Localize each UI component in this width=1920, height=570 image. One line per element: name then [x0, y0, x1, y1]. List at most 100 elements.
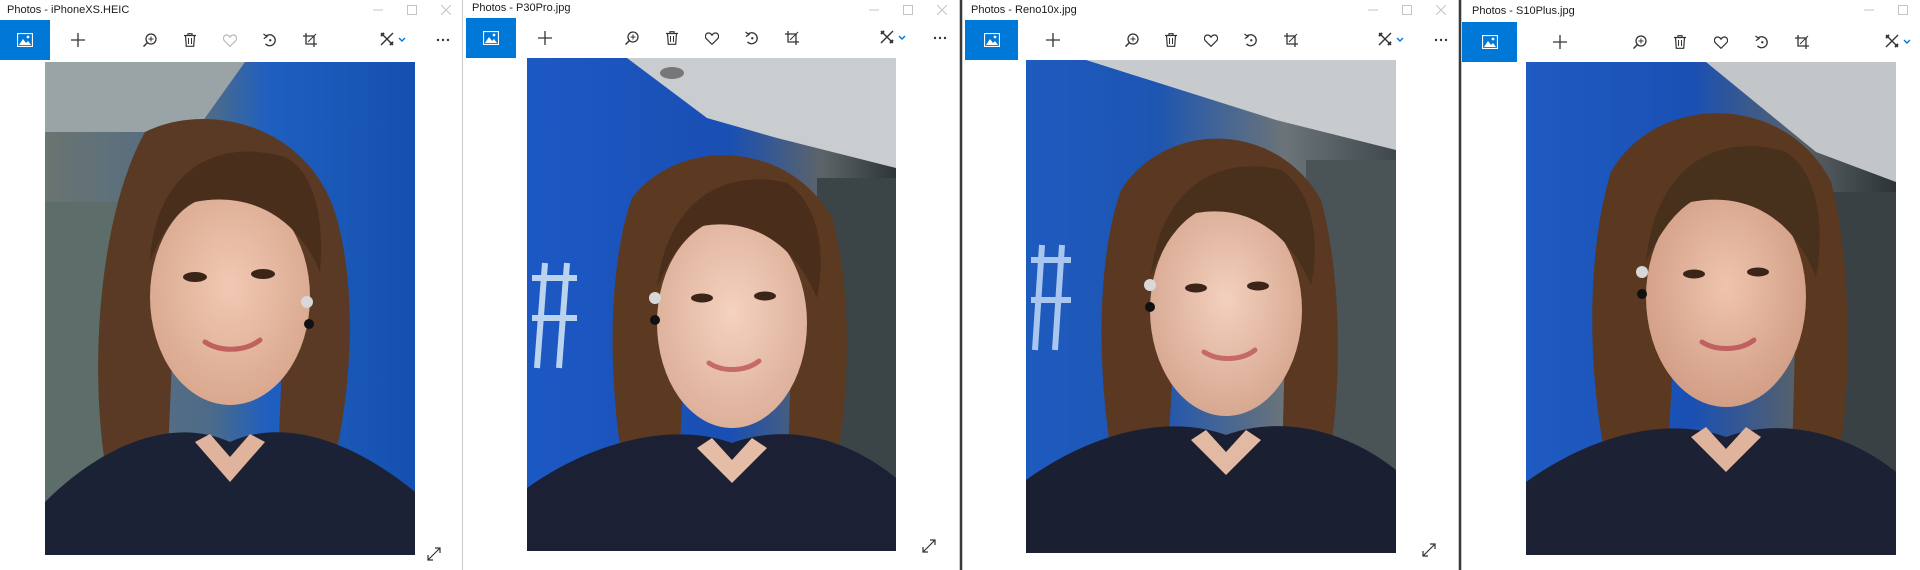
toolbar	[1462, 22, 1920, 62]
close-button[interactable]	[925, 0, 959, 20]
maximize-icon	[903, 5, 913, 15]
zoom-button[interactable]	[1116, 20, 1148, 60]
view-photos-icon	[983, 33, 1000, 47]
crop-button[interactable]	[1786, 22, 1818, 62]
edit-create-button[interactable]	[876, 18, 910, 58]
edit-create-button[interactable]	[376, 20, 410, 60]
zoom-button[interactable]	[134, 20, 166, 60]
view-photos-button[interactable]	[466, 18, 516, 58]
close-icon	[937, 5, 947, 15]
more-icon	[1434, 38, 1448, 42]
close-icon	[1436, 5, 1446, 15]
rotate-icon	[1755, 35, 1768, 49]
view-photos-button[interactable]	[965, 20, 1018, 60]
delete-icon	[666, 31, 678, 45]
photo-canvas[interactable]	[1462, 62, 1920, 570]
crop-icon	[303, 33, 317, 47]
more-icon	[436, 38, 450, 42]
toolbar	[0, 20, 463, 60]
titlebar[interactable]: Photos - S10Plus.jpg	[1462, 0, 1920, 20]
add-icon	[71, 33, 85, 47]
favorite-button[interactable]	[696, 18, 728, 58]
fullscreen-button[interactable]	[1419, 540, 1439, 560]
titlebar[interactable]: Photos - Reno10x.jpg	[963, 0, 1458, 20]
window-title: Photos - S10Plus.jpg	[1472, 5, 1575, 17]
crop-button[interactable]	[776, 18, 808, 58]
maximize-button[interactable]	[891, 0, 925, 20]
window-title: Photos - Reno10x.jpg	[971, 4, 1077, 16]
close-button[interactable]	[1424, 0, 1458, 20]
crop-icon	[1795, 35, 1809, 49]
delete-button[interactable]	[1664, 22, 1696, 62]
zoom-button[interactable]	[1624, 22, 1656, 62]
add-button[interactable]	[1037, 20, 1069, 60]
desktop: Photos - iPhoneXS.HEIC Photos - P30Pro.j…	[0, 0, 1920, 570]
window-controls	[361, 0, 463, 20]
rotate-button[interactable]	[1235, 20, 1267, 60]
delete-button[interactable]	[174, 20, 206, 60]
favorite-button[interactable]	[214, 20, 246, 60]
photo-canvas[interactable]	[463, 58, 959, 570]
add-button[interactable]	[529, 18, 561, 58]
maximize-button[interactable]	[1886, 0, 1920, 20]
minimize-icon	[1864, 9, 1874, 11]
delete-button[interactable]	[656, 18, 688, 58]
minimize-button[interactable]	[1852, 0, 1886, 20]
delete-button[interactable]	[1155, 20, 1187, 60]
add-button[interactable]	[1544, 22, 1576, 62]
portrait-photo	[1526, 62, 1896, 555]
add-button[interactable]	[62, 20, 94, 60]
edit-create-button[interactable]	[1374, 20, 1408, 60]
window-title: Photos - P30Pro.jpg	[472, 2, 571, 14]
delete-icon	[184, 33, 196, 47]
maximize-button[interactable]	[395, 0, 429, 20]
favorite-button[interactable]	[1195, 20, 1227, 60]
more-button[interactable]	[924, 18, 956, 58]
crop-icon	[785, 31, 799, 45]
photos-window-4: Photos - S10Plus.jpg	[1462, 0, 1920, 570]
edit-create-button[interactable]	[1881, 22, 1915, 62]
rotate-icon	[263, 33, 276, 47]
rotate-button[interactable]	[254, 20, 286, 60]
close-icon	[441, 5, 451, 15]
maximize-button[interactable]	[1390, 0, 1424, 20]
minimize-button[interactable]	[1356, 0, 1390, 20]
window-controls	[1356, 0, 1458, 20]
view-photos-icon	[483, 31, 499, 45]
view-photos-button[interactable]	[1462, 22, 1517, 62]
photo-canvas[interactable]	[0, 60, 463, 570]
window-controls	[857, 0, 959, 20]
favorite-icon	[1714, 35, 1728, 49]
toolbar	[463, 18, 959, 58]
fullscreen-button[interactable]	[919, 536, 939, 556]
favorite-button[interactable]	[1705, 22, 1737, 62]
window-title: Photos - iPhoneXS.HEIC	[7, 4, 130, 16]
titlebar[interactable]: Photos - P30Pro.jpg	[463, 0, 959, 20]
crop-button[interactable]	[1275, 20, 1307, 60]
crop-icon	[1284, 33, 1298, 47]
edit-create-icon	[1885, 34, 1911, 48]
favorite-icon	[705, 31, 719, 45]
fullscreen-button[interactable]	[424, 544, 444, 564]
zoom-icon	[1633, 35, 1647, 49]
edit-create-icon	[1378, 32, 1404, 46]
minimize-button[interactable]	[857, 0, 891, 20]
expand-icon	[427, 547, 441, 561]
photo-canvas[interactable]	[963, 60, 1458, 570]
expand-icon	[922, 539, 936, 553]
more-button[interactable]	[427, 20, 459, 60]
delete-icon	[1674, 35, 1686, 49]
edit-create-icon	[880, 30, 906, 44]
add-icon	[538, 31, 552, 45]
rotate-button[interactable]	[736, 18, 768, 58]
close-button[interactable]	[429, 0, 463, 20]
titlebar[interactable]: Photos - iPhoneXS.HEIC	[0, 0, 463, 20]
rotate-button[interactable]	[1746, 22, 1778, 62]
more-button[interactable]	[1425, 20, 1457, 60]
crop-button[interactable]	[294, 20, 326, 60]
minimize-button[interactable]	[361, 0, 395, 20]
rotate-icon	[745, 31, 758, 45]
view-photos-button[interactable]	[0, 20, 50, 60]
zoom-button[interactable]	[616, 18, 648, 58]
maximize-icon	[1898, 5, 1908, 15]
